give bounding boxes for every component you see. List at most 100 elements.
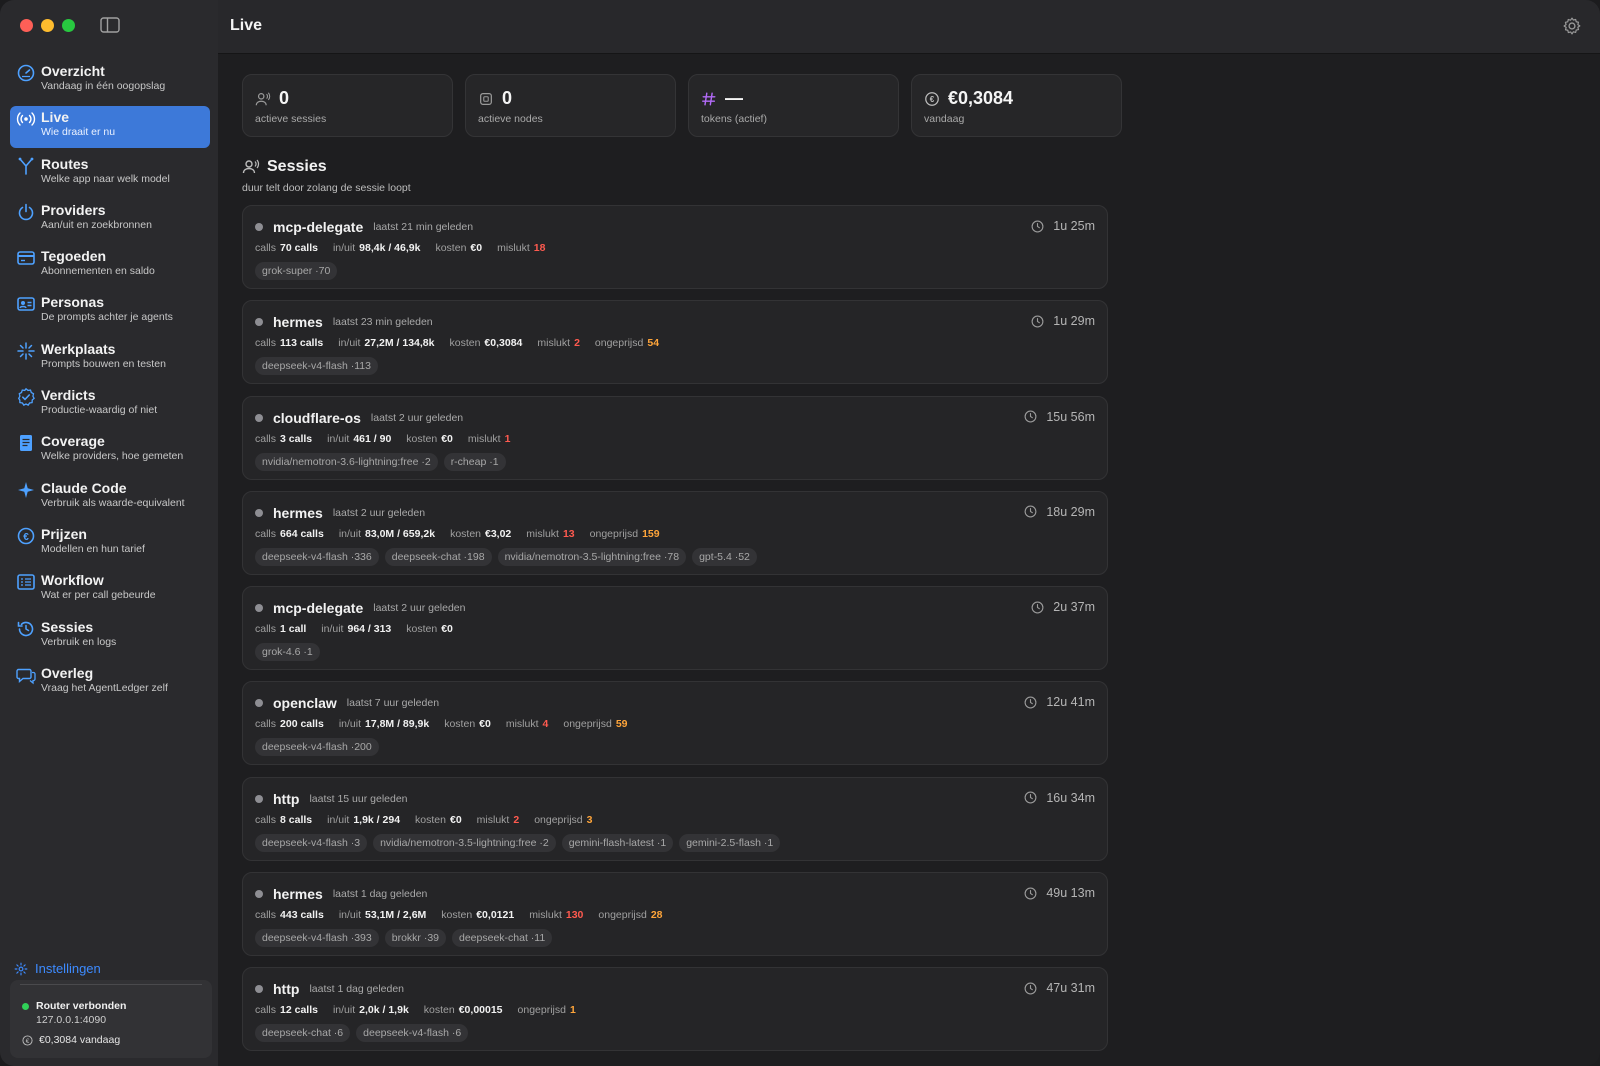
inout-key: in/uit xyxy=(338,527,361,540)
sidebar-item-coverage[interactable]: Coverage Welke providers, hoe gemeten xyxy=(10,430,210,472)
svg-text:€: € xyxy=(26,1037,30,1044)
failed-value: 13 xyxy=(562,527,575,540)
window-controls xyxy=(20,19,75,32)
model-tag: gemini-2.5-flash ·1 xyxy=(679,833,781,852)
close-window-button[interactable] xyxy=(20,19,33,32)
cost-key: kosten xyxy=(423,1004,455,1017)
sidebar-item-workflow[interactable]: Workflow Wat er per call gebeurde xyxy=(10,569,210,611)
session-card[interactable]: mcp-delegate laatst 2 uur geleden 2u 37m ca… xyxy=(242,586,1108,671)
sidebar-item-overzicht[interactable]: Overzicht Vandaag in één oogopslag xyxy=(10,60,210,102)
model-tag: deepseek-chat ·6 xyxy=(255,1024,351,1043)
sidebar-item-tegoeden[interactable]: Tegoeden Abonnementen en saldo xyxy=(10,245,210,287)
inout-key: in/uit xyxy=(332,242,356,254)
sidebar-item-verdicts[interactable]: Verdicts Productie-waardig of niet xyxy=(10,384,210,426)
unpriced-value: 54 xyxy=(647,337,660,350)
session-card[interactable]: hermes laatst 1 dag geleden 49u 13m calls 44… xyxy=(242,872,1108,957)
failed-value: 18 xyxy=(533,242,546,254)
stat-label: actieve nodes xyxy=(478,113,543,125)
zoom-window-button[interactable] xyxy=(62,19,75,32)
sidebar-item-werkplaats[interactable]: Werkplaats Prompts bouwen en testen xyxy=(10,338,210,380)
failed-key: mislukt xyxy=(526,527,559,540)
session-last-seen: laatst 2 uur geleden xyxy=(370,411,464,424)
failed-key: mislukt xyxy=(476,813,510,826)
model-tag: gpt-5.4 ·52 xyxy=(692,547,757,566)
page-title: Live xyxy=(230,17,263,34)
duration-text: 49u 13m xyxy=(1046,886,1095,901)
clock-icon xyxy=(1024,887,1037,900)
sidebar-toggle-icon[interactable] xyxy=(100,17,120,33)
euro-circle-icon: € xyxy=(925,92,939,106)
calls-value: 443 calls xyxy=(280,909,324,922)
session-duration: 18u 29m xyxy=(1024,505,1095,519)
model-tag: nvidia/nemotron-3.6-lightning:free ·2 xyxy=(255,452,438,471)
session-metrics: calls 12 calls in/uit 2,0k / 1,9k kosten €0,0… xyxy=(255,1004,591,1016)
model-tag: deepseek-chat ·198 xyxy=(384,547,492,566)
router-status-panel: Router verbonden 127.0.0.1:4090 € €0,308… xyxy=(10,980,212,1058)
cost-key: kosten xyxy=(406,623,438,636)
session-name: hermes xyxy=(273,886,323,903)
cost-value: €0 xyxy=(470,242,483,254)
sidebar-item-subtitle: Verbruik en logs xyxy=(41,635,117,648)
session-card[interactable]: cloudflare-os laatst 2 uur geleden 15u 56m… xyxy=(242,395,1108,480)
model-tag: brokkr ·39 xyxy=(384,929,446,948)
session-duration: 47u 31m xyxy=(1024,981,1095,995)
session-metrics: calls 70 calls in/uit 98,4k / 46,9k kosten €0… xyxy=(255,242,560,254)
sidebar-item-live[interactable]: Live Wie draait er nu xyxy=(10,106,210,149)
sidebar-item-personas[interactable]: Personas De prompts achter je agents xyxy=(10,291,210,333)
sidebar-item-prijzen[interactable]: € Prijzen Modellen en hun tarief xyxy=(10,523,210,565)
stat-value: — xyxy=(725,88,743,108)
session-last-seen: laatst 1 dag geleden xyxy=(309,983,405,996)
inout-value: 98,4k / 46,9k xyxy=(359,242,421,254)
sessions-subtitle: duur telt door zolang de sessie loopt xyxy=(242,182,411,194)
session-duration: 1u 29m xyxy=(1031,314,1095,328)
session-card[interactable]: hermes laatst 23 min geleden 1u 29m calls 11… xyxy=(242,300,1108,385)
session-metrics: calls 113 calls in/uit 27,2M / 134,8k kosten… xyxy=(255,337,674,349)
sidebar-item-routes[interactable]: Routes Welke app naar welk model xyxy=(10,153,210,195)
settings-link[interactable]: Instellingen xyxy=(14,961,101,976)
session-name: mcp-delegate xyxy=(273,600,364,617)
sidebar-item-overleg[interactable]: Overleg Vraag het AgentLedger zelf xyxy=(10,662,210,704)
session-card[interactable]: mcp-delegate laatst 21 min geleden 1u 25m c… xyxy=(242,205,1108,289)
sidebar-item-label: Routes xyxy=(41,155,89,172)
sidebar-item-subtitle: Aan/uit en zoekbronnen xyxy=(41,218,152,231)
clock-icon xyxy=(1024,505,1037,518)
session-card[interactable]: http laatst 1 dag geleden 47u 31m calls 12 c… xyxy=(242,967,1108,1052)
gear-icon[interactable] xyxy=(1562,16,1582,36)
inout-value: 461 / 90 xyxy=(353,432,392,445)
inout-key: in/uit xyxy=(338,909,361,922)
sidebar-item-providers[interactable]: Providers Aan/uit en zoekbronnen xyxy=(10,199,210,241)
minimize-window-button[interactable] xyxy=(41,19,54,32)
session-card[interactable]: http laatst 15 uur geleden 16u 34m calls 8 c… xyxy=(242,776,1108,861)
today-cost-text: €0,3084 vandaag xyxy=(39,1034,121,1046)
sidebar-item-subtitle: Vraag het AgentLedger zelf xyxy=(41,681,168,694)
session-model-tags: grok-super ·70 xyxy=(255,262,338,280)
sidebar-item-claude-code[interactable]: Claude Code Verbruik als waarde-equivalen… xyxy=(10,477,210,519)
inout-key: in/uit xyxy=(321,623,344,636)
failed-value: 2 xyxy=(574,337,580,350)
session-card[interactable]: hermes laatst 2 uur geleden 18u 29m calls 66… xyxy=(242,490,1108,575)
calls-key: calls xyxy=(255,813,277,826)
router-status-text: Router verbonden xyxy=(36,1000,127,1012)
failed-value: 2 xyxy=(513,813,520,826)
duration-text: 2u 37m xyxy=(1053,600,1095,615)
app-window: Overzicht Vandaag in één oogopslag Live Wie… xyxy=(0,0,1600,1066)
model-tag: nvidia/nemotron-3.5-lightning:free ·78 xyxy=(497,547,687,566)
session-metrics: calls 8 calls in/uit 1,9k / 294 kosten €0 misl… xyxy=(255,814,607,826)
sidebar-item-label: Werkplaats xyxy=(41,340,116,357)
session-last-seen: laatst 15 uur geleden xyxy=(309,792,408,805)
clock-icon xyxy=(1024,982,1037,995)
calls-value: 200 calls xyxy=(280,718,324,731)
sidebar-item-sessies[interactable]: Sessies Verbruik en logs xyxy=(10,616,210,658)
session-duration: 15u 56m xyxy=(1024,410,1095,424)
clock-icon xyxy=(1031,220,1044,232)
unpriced-value: 159 xyxy=(642,527,660,540)
unpriced-key: ongeprijsd xyxy=(598,909,647,922)
status-dot-icon xyxy=(255,985,263,994)
session-metrics: calls 664 calls in/uit 83,0M / 659,2k kosten… xyxy=(255,528,675,540)
session-card[interactable]: openclaw laatst 7 uur geleden 12u 41m calls… xyxy=(242,681,1108,766)
session-model-tags: deepseek-v4-flash ·336 deepseek-chat ·198… xyxy=(255,547,757,566)
session-metrics: calls 1 call in/uit 964 / 313 kosten €0 xyxy=(255,623,468,635)
session-duration: 2u 37m xyxy=(1031,600,1095,614)
session-name: cloudflare-os xyxy=(273,409,361,426)
sidebar-item-subtitle: Wat er per call gebeurde xyxy=(41,589,156,602)
